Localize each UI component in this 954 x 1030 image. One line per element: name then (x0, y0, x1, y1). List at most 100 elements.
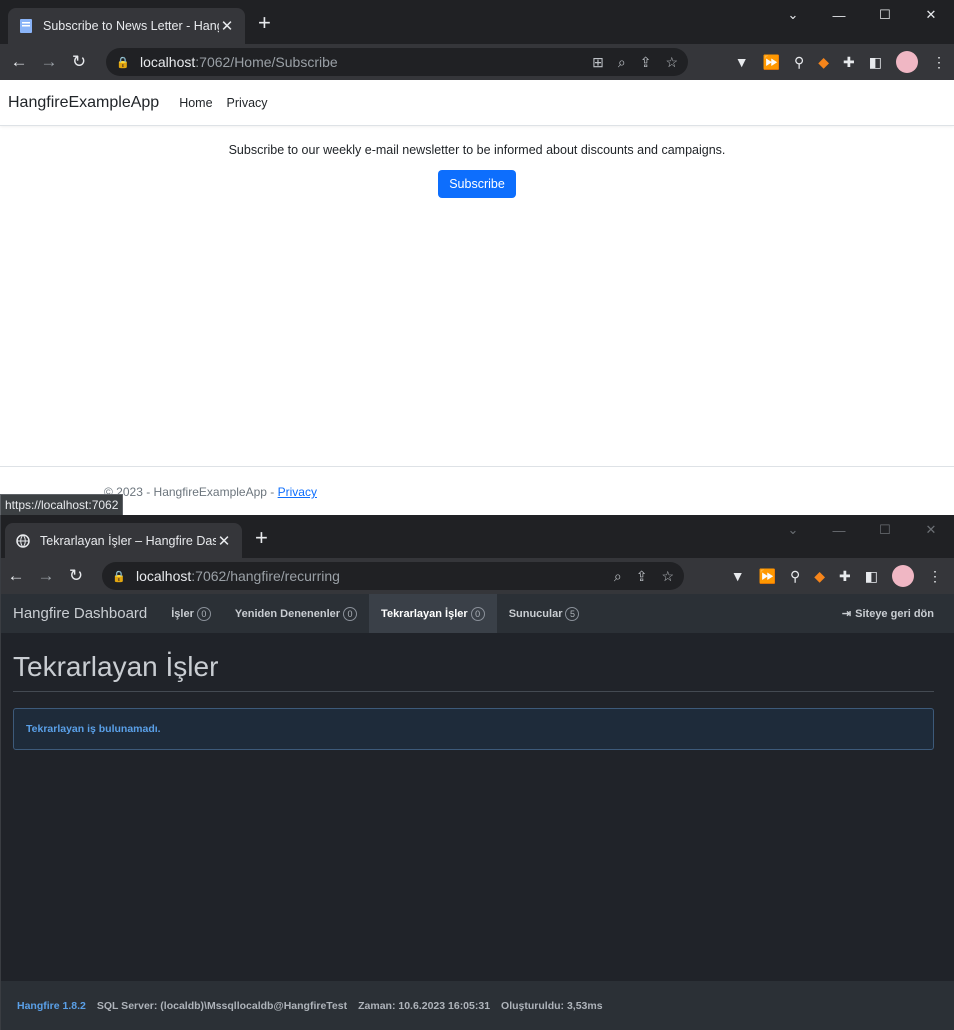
hangfire-footer: Hangfire 1.8.2 SQL Server: (localdb)\Mss… (1, 981, 954, 1030)
site-navbar: HangfireExampleApp Home Privacy (0, 80, 954, 126)
nav-recurring[interactable]: Tekrarlayan İşler 0 (369, 594, 497, 633)
maximize-icon[interactable]: ☐ (862, 515, 908, 545)
tab-title: Tekrarlayan İşler – Hangfire Dashb (40, 534, 216, 548)
menu-dots-icon[interactable]: ⋮ (928, 568, 942, 585)
vue-extension-icon[interactable]: ▼ (731, 568, 745, 584)
puzzle-extensions-icon[interactable]: ✚ (843, 54, 855, 71)
bookmark-star-icon[interactable]: ☆ (665, 54, 678, 71)
avatar[interactable] (892, 565, 914, 587)
url-path: :7062/Home/Subscribe (195, 54, 338, 70)
address-bar[interactable]: 🔒 localhost:7062/Home/Subscribe ⊞ ⌕ ⇪ ☆ (106, 48, 688, 76)
extensions: ▼ ⏩ ⚲ ◆ ✚ ◧ ⋮ (731, 565, 942, 587)
new-tab-icon[interactable]: + (258, 12, 271, 34)
browser-window-hangfire: Tekrarlayan İşler – Hangfire Dashb ✕ + ⌄… (0, 515, 954, 1030)
window-controls: ⌄ — ☐ ✕ (770, 0, 954, 32)
footer-time: Zaman: 10.6.2023 16:05:31 (358, 999, 491, 1012)
site-main: Subscribe to our weekly e-mail newslette… (0, 126, 954, 198)
zoom-icon[interactable]: ⌕ (618, 54, 626, 71)
url-path: :7062/hangfire/recurring (191, 568, 340, 584)
close-tab-icon[interactable]: ✕ (216, 532, 232, 550)
back-to-site-link[interactable]: ⇥ Siteye geri dön (830, 594, 954, 633)
nav-retries[interactable]: Yeniden Denenenler 0 (223, 594, 369, 633)
back-icon[interactable]: ← (4, 47, 34, 77)
subscribe-lead: Subscribe to our weekly e-mail newslette… (228, 143, 726, 157)
hangfire-brand[interactable]: Hangfire Dashboard (1, 605, 159, 622)
nav-servers-label: Sunucular (508, 607, 563, 620)
toolbar: ← → ↻ 🔒 localhost:7062/hangfire/recurrin… (1, 558, 954, 594)
side-panel-icon[interactable]: ◧ (865, 568, 878, 585)
toolbar: ← → ↻ 🔒 localhost:7062/Home/Subscribe ⊞ … (0, 44, 954, 80)
footer-privacy-link[interactable]: Privacy (278, 485, 317, 499)
close-window-icon[interactable]: ✕ (908, 515, 954, 545)
lock-icon[interactable]: 🔒 (116, 56, 130, 69)
reload-icon[interactable]: ↻ (64, 47, 94, 77)
bookmark-star-icon[interactable]: ☆ (661, 568, 674, 585)
subscribe-button[interactable]: Subscribe (438, 170, 516, 198)
reload-icon[interactable]: ↻ (61, 561, 91, 591)
minimize-icon[interactable]: — (816, 0, 862, 30)
back-icon[interactable]: ← (1, 561, 31, 591)
share-icon[interactable]: ⇪ (636, 568, 648, 585)
site-footer: © 2023 - HangfireExampleApp - Privacy (0, 466, 954, 499)
browser-tab[interactable]: Tekrarlayan İşler – Hangfire Dashb ✕ (5, 523, 242, 559)
site-brand[interactable]: HangfireExampleApp (8, 94, 159, 112)
translate-icon[interactable]: ⊞ (592, 54, 604, 71)
footer-version-link[interactable]: Hangfire 1.8.2 (17, 1000, 86, 1012)
nav-jobs-label: İşler (171, 607, 194, 620)
empty-alert: Tekrarlayan iş bulunamadı. (13, 708, 934, 750)
nav-home[interactable]: Home (179, 96, 212, 110)
link-status-bubble: https://localhost:7062 (0, 494, 124, 515)
share-icon[interactable]: ⇪ (640, 54, 652, 71)
side-panel-icon[interactable]: ◧ (869, 54, 882, 71)
nav-servers-count: 5 (565, 606, 580, 621)
close-window-icon[interactable]: ✕ (908, 0, 954, 30)
key-extension-icon[interactable]: ⚲ (794, 54, 804, 71)
nav-retries-label: Yeniden Denenenler (234, 607, 341, 620)
tab-search-icon[interactable]: ⌄ (770, 515, 816, 545)
nav-retries-count: 0 (343, 606, 358, 621)
zoom-icon[interactable]: ⌕ (614, 568, 622, 585)
hangfire-content: Tekrarlayan İşler Tekrarlayan iş bulunam… (1, 633, 954, 750)
url-host: localhost (136, 568, 192, 584)
tab-strip: Tekrarlayan İşler – Hangfire Dashb ✕ + ⌄… (1, 515, 954, 559)
tab-search-icon[interactable]: ⌄ (770, 0, 816, 30)
puzzle-extensions-icon[interactable]: ✚ (839, 568, 851, 585)
page-title: Tekrarlayan İşler (13, 633, 934, 692)
nav-privacy[interactable]: Privacy (227, 96, 268, 110)
metamask-icon[interactable]: ◆ (814, 568, 825, 585)
menu-dots-icon[interactable]: ⋮ (932, 54, 946, 71)
back-to-site-label: Siteye geri dön (855, 607, 934, 620)
tab-title: Subscribe to News Letter - Hangfi (43, 19, 219, 33)
avatar[interactable] (896, 51, 918, 73)
extensions: ▼ ⏩ ⚲ ◆ ✚ ◧ ⋮ (735, 51, 946, 73)
browser-tab[interactable]: Subscribe to News Letter - Hangfi ✕ (8, 8, 245, 44)
footer-storage: SQL Server: (localdb)\Mssqllocaldb@Hangf… (96, 999, 348, 1012)
footer-generated: Oluşturuldu: 3,53ms (501, 999, 603, 1012)
fast-forward-extension-icon[interactable]: ⏩ (763, 54, 780, 71)
nav-servers[interactable]: Sunucular 5 (497, 594, 592, 633)
nav-jobs[interactable]: İşler 0 (159, 594, 223, 633)
address-bar[interactable]: 🔒 localhost:7062/hangfire/recurring ⌕ ⇪ … (102, 562, 684, 590)
new-tab-icon[interactable]: + (255, 527, 268, 549)
maximize-icon[interactable]: ☐ (862, 0, 908, 30)
url-host: localhost (140, 54, 196, 70)
tab-strip: Subscribe to News Letter - Hangfi ✕ + ⌄ … (0, 0, 954, 44)
nav-recurring-label: Tekrarlayan İşler (381, 607, 468, 620)
lock-icon[interactable]: 🔒 (112, 570, 126, 583)
browser-window-subscribe: Subscribe to News Letter - Hangfi ✕ + ⌄ … (0, 0, 954, 515)
fast-forward-extension-icon[interactable]: ⏩ (759, 568, 776, 585)
hangfire-navbar: Hangfire Dashboard İşler 0 Yeniden Denene… (1, 594, 954, 633)
forward-icon[interactable]: → (34, 47, 64, 77)
nav-recurring-count: 0 (470, 606, 485, 621)
metamask-icon[interactable]: ◆ (818, 54, 829, 71)
nav-jobs-count: 0 (196, 606, 211, 621)
forward-icon[interactable]: → (31, 561, 61, 591)
minimize-icon[interactable]: — (816, 515, 862, 545)
window-controls: ⌄ — ☐ ✕ (770, 515, 954, 547)
key-extension-icon[interactable]: ⚲ (790, 568, 800, 585)
sign-out-icon: ⇥ (841, 608, 852, 620)
globe-icon (15, 533, 31, 549)
footer-copyright: © 2023 - HangfireExampleApp - (104, 485, 278, 499)
vue-extension-icon[interactable]: ▼ (735, 54, 749, 70)
close-tab-icon[interactable]: ✕ (219, 17, 235, 35)
